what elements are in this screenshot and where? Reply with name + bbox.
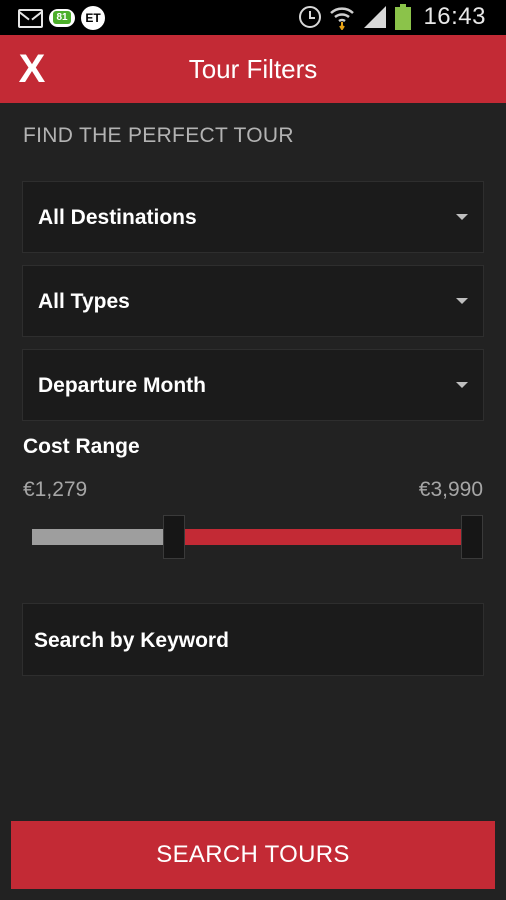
destination-select[interactable]: All Destinations xyxy=(22,181,484,253)
departure-month-select[interactable]: Departure Month xyxy=(22,349,484,421)
close-button[interactable]: X xyxy=(12,41,52,97)
cost-range-label: Cost Range xyxy=(23,435,140,458)
keyword-search-input[interactable]: Search by Keyword xyxy=(22,603,484,676)
battery-icon xyxy=(395,4,412,30)
section-label: FIND THE PERFECT TOUR xyxy=(23,124,294,147)
price-max-label: €3,990 xyxy=(418,478,483,501)
signal-icon xyxy=(364,6,387,28)
destination-select-value: All Destinations xyxy=(38,206,197,229)
status-time: 16:43 xyxy=(423,3,486,30)
dropdown-caret-icon xyxy=(456,214,468,220)
status-bar: 81 ET 16:43 xyxy=(0,0,506,35)
slider-handle-max[interactable] xyxy=(461,515,483,559)
slider-track-selected xyxy=(184,529,462,545)
alarm-icon xyxy=(299,6,322,28)
dropdown-caret-icon xyxy=(456,298,468,304)
keyword-search-placeholder: Search by Keyword xyxy=(34,629,229,652)
price-min-label: €1,279 xyxy=(23,478,88,501)
slider-handle-min[interactable] xyxy=(163,515,185,559)
status-left: 81 ET xyxy=(18,6,105,30)
type-select[interactable]: All Types xyxy=(22,265,484,337)
slider-track-unselected xyxy=(32,529,164,545)
departure-month-select-value: Departure Month xyxy=(38,374,206,397)
page-title: Tour Filters xyxy=(188,54,318,84)
app-header: Tour Filters X xyxy=(0,35,506,103)
status-right: 16:43 xyxy=(299,2,486,32)
search-tours-button[interactable]: SEARCH TOURS xyxy=(11,821,495,889)
et-icon: ET xyxy=(81,6,105,30)
wifi-icon xyxy=(330,7,355,30)
notification-count: 81 xyxy=(53,11,71,24)
notification-count-icon: 81 xyxy=(49,9,75,27)
gmail-icon xyxy=(18,8,43,28)
cost-range-slider[interactable] xyxy=(32,515,484,559)
type-select-value: All Types xyxy=(38,290,130,313)
dropdown-caret-icon xyxy=(456,382,468,388)
